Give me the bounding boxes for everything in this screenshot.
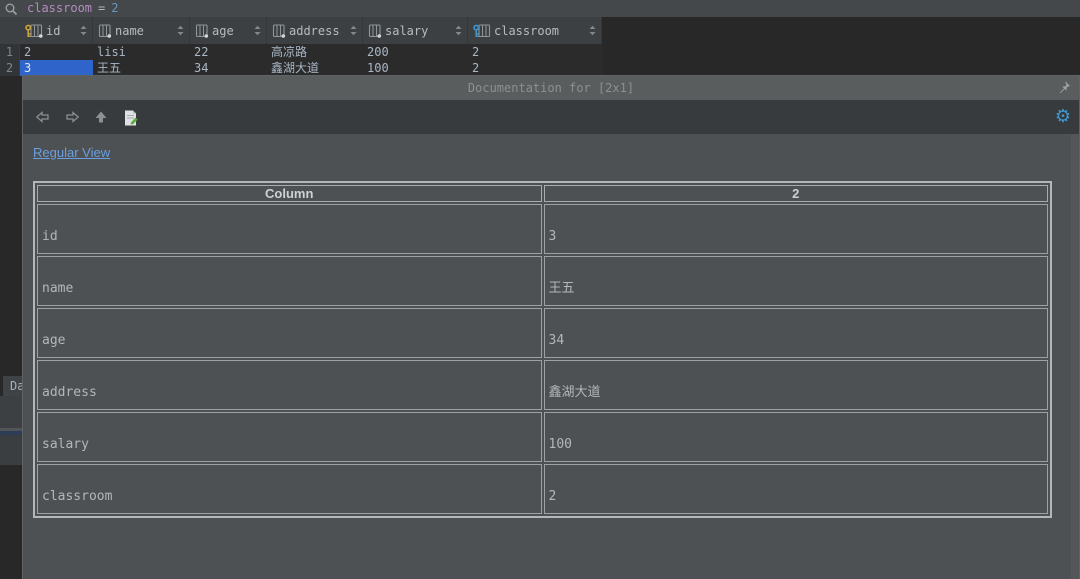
column-label: address [289, 24, 340, 38]
sort-toggle-icon[interactable] [588, 25, 597, 36]
column-header-age[interactable]: age [190, 17, 267, 44]
column-header-classroom[interactable]: classroom [468, 17, 602, 44]
doc-value: 2 [544, 464, 1049, 514]
column-header-name[interactable]: name [93, 17, 190, 44]
filter-operator: = [98, 0, 105, 17]
doc-value: 3 [544, 204, 1049, 254]
left-panel-fragment [0, 396, 22, 428]
column-label: name [115, 24, 144, 38]
doc-table-header-row: Column 2 [37, 185, 1048, 202]
column-icon [368, 24, 382, 38]
sort-toggle-icon[interactable] [79, 25, 88, 36]
grid-filter-bar[interactable]: classroom = 2 [0, 0, 1080, 17]
doc-row-age: age 34 [37, 308, 1048, 358]
table-row: 1 2 lisi 22 高凉路 200 2 [0, 44, 602, 60]
doc-row-id: id 3 [37, 204, 1048, 254]
search-icon [4, 2, 18, 16]
gutter-header [0, 17, 20, 44]
column-label: age [212, 24, 234, 38]
forward-icon[interactable] [64, 109, 80, 125]
filter-value: 2 [111, 0, 118, 17]
doc-label: address [37, 360, 542, 410]
column-header-id[interactable]: id [20, 17, 93, 44]
popup-title: Documentation for [2x1] [468, 81, 634, 95]
doc-row-name: name 王五 [37, 256, 1048, 306]
cell-name[interactable]: 王五 [93, 60, 190, 76]
cell-classroom[interactable]: 2 [468, 60, 602, 76]
doc-label: age [37, 308, 542, 358]
ide-screen: classroom = 2 id [0, 0, 1080, 579]
column-icon [272, 24, 286, 38]
doc-value: 王五 [544, 256, 1049, 306]
doc-label: name [37, 256, 542, 306]
primary-key-column-icon [25, 24, 43, 38]
doc-header-column: Column [37, 185, 542, 202]
cell-name[interactable]: lisi [93, 44, 190, 60]
tool-window-tab-database[interactable]: Da [3, 376, 22, 396]
cell-age[interactable]: 34 [190, 60, 267, 76]
sort-toggle-icon[interactable] [349, 25, 358, 36]
documentation-content: Regular View Column 2 id 3 name 王五 age 3… [23, 134, 1079, 579]
cell-salary[interactable]: 100 [363, 60, 468, 76]
doc-value: 34 [544, 308, 1049, 358]
documentation-popup: Documentation for [2x1] [22, 75, 1080, 579]
column-label: classroom [494, 24, 559, 38]
doc-value: 100 [544, 412, 1049, 462]
row-number: 1 [0, 44, 20, 60]
doc-label: id [37, 204, 542, 254]
column-icon [98, 24, 112, 38]
filter-field: classroom [27, 0, 92, 17]
cell-id-selected[interactable]: 3 [20, 60, 93, 76]
sort-toggle-icon[interactable] [176, 25, 185, 36]
up-icon[interactable] [93, 109, 109, 125]
row-number: 2 [0, 60, 20, 76]
back-icon[interactable] [35, 109, 51, 125]
regular-view-link[interactable]: Regular View [33, 145, 110, 160]
sort-toggle-icon[interactable] [253, 25, 262, 36]
popup-title-bar[interactable]: Documentation for [2x1] [23, 76, 1079, 100]
left-panel-fragment [0, 435, 22, 465]
cell-salary[interactable]: 200 [363, 44, 468, 60]
doc-row-classroom: classroom 2 [37, 464, 1048, 514]
column-label: id [46, 24, 60, 38]
doc-header-value: 2 [544, 185, 1049, 202]
grid-header-row: id name age [0, 17, 602, 44]
table-row: 2 3 王五 34 鑫湖大道 100 2 [0, 60, 602, 76]
scrollbar[interactable] [1071, 134, 1079, 579]
gear-icon[interactable]: ⚙ [1055, 108, 1071, 126]
doc-label: salary [37, 412, 542, 462]
pin-icon[interactable] [1056, 80, 1071, 98]
cell-address[interactable]: 鑫湖大道 [267, 60, 363, 76]
column-icon [195, 24, 209, 38]
doc-row-salary: salary 100 [37, 412, 1048, 462]
column-header-address[interactable]: address [267, 17, 363, 44]
doc-row-address: address 鑫湖大道 [37, 360, 1048, 410]
sort-toggle-icon[interactable] [454, 25, 463, 36]
cell-age[interactable]: 22 [190, 44, 267, 60]
doc-table: Column 2 id 3 name 王五 age 34 address 鑫 [33, 181, 1052, 518]
column-label: salary [385, 24, 428, 38]
popup-toolbar: ⚙ [23, 100, 1079, 134]
cell-address[interactable]: 高凉路 [267, 44, 363, 60]
edit-source-icon[interactable] [122, 109, 139, 126]
doc-value: 鑫湖大道 [544, 360, 1049, 410]
cell-classroom[interactable]: 2 [468, 44, 602, 60]
foreign-key-column-icon [473, 24, 491, 38]
doc-label: classroom [37, 464, 542, 514]
cell-id[interactable]: 2 [20, 44, 93, 60]
column-header-salary[interactable]: salary [363, 17, 468, 44]
